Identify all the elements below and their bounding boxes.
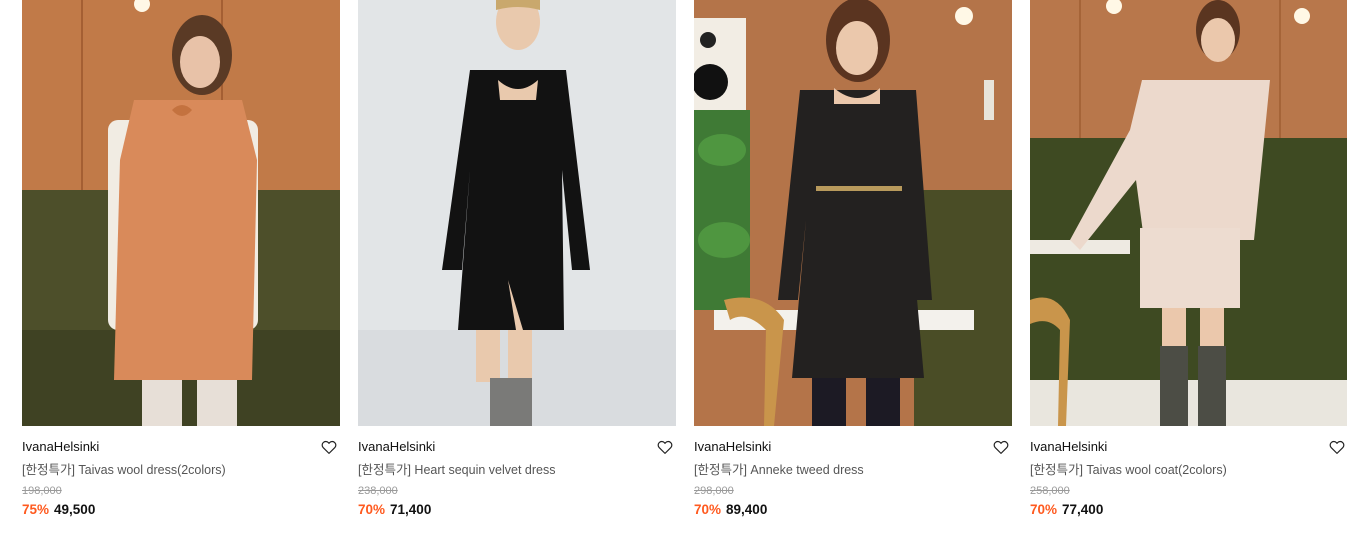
product-card[interactable]: IvanaHelsinki [한정특가] Taivas wool coat(2c…	[1030, 0, 1347, 519]
product-name[interactable]: [한정특가] Taivas wool dress(2colors)	[22, 461, 340, 479]
discount-rate: 70%	[358, 502, 386, 517]
sale-price: 49,500	[54, 502, 96, 517]
heart-outline-icon[interactable]	[656, 438, 674, 456]
product-info: IvanaHelsinki [한정특가] Taivas wool coat(2c…	[1030, 426, 1347, 519]
original-price: 198,000	[22, 485, 62, 497]
price-row: 75% 49,500	[22, 501, 340, 519]
sale-price: 89,400	[726, 502, 768, 517]
product-card[interactable]: IvanaHelsinki [한정특가] Taivas wool dress(2…	[22, 0, 340, 519]
brand-name[interactable]: IvanaHelsinki	[358, 438, 676, 456]
product-name[interactable]: [한정특가] Anneke tweed dress	[694, 461, 1012, 479]
brand-name[interactable]: IvanaHelsinki	[1030, 438, 1347, 456]
product-grid: IvanaHelsinki [한정특가] Taivas wool dress(2…	[0, 0, 1347, 535]
price-row: 70% 89,400	[694, 501, 1012, 519]
product-image[interactable]	[22, 0, 340, 426]
brand-name[interactable]: IvanaHelsinki	[22, 438, 340, 456]
sale-price: 71,400	[390, 502, 432, 517]
discount-rate: 70%	[694, 502, 722, 517]
product-info: IvanaHelsinki [한정특가] Taivas wool dress(2…	[22, 426, 340, 519]
product-name[interactable]: [한정특가] Taivas wool coat(2colors)	[1030, 461, 1347, 479]
original-price: 258,000	[1030, 485, 1070, 497]
product-card[interactable]: IvanaHelsinki [한정특가] Anneke tweed dress …	[694, 0, 1012, 519]
sale-price: 77,400	[1062, 502, 1104, 517]
discount-rate: 75%	[22, 502, 50, 517]
discount-rate: 70%	[1030, 502, 1058, 517]
product-info: IvanaHelsinki [한정특가] Heart sequin velvet…	[358, 426, 676, 519]
product-image[interactable]	[694, 0, 1012, 426]
product-name[interactable]: [한정특가] Heart sequin velvet dress	[358, 461, 676, 479]
heart-outline-icon[interactable]	[320, 438, 338, 456]
heart-outline-icon[interactable]	[992, 438, 1010, 456]
price-row: 70% 77,400	[1030, 501, 1347, 519]
price-row: 70% 71,400	[358, 501, 676, 519]
product-image[interactable]	[358, 0, 676, 426]
heart-outline-icon[interactable]	[1328, 438, 1346, 456]
product-info: IvanaHelsinki [한정특가] Anneke tweed dress …	[694, 426, 1012, 519]
original-price: 238,000	[358, 485, 398, 497]
original-price: 298,000	[694, 485, 734, 497]
brand-name[interactable]: IvanaHelsinki	[694, 438, 1012, 456]
product-image[interactable]	[1030, 0, 1347, 426]
product-card[interactable]: IvanaHelsinki [한정특가] Heart sequin velvet…	[358, 0, 676, 519]
